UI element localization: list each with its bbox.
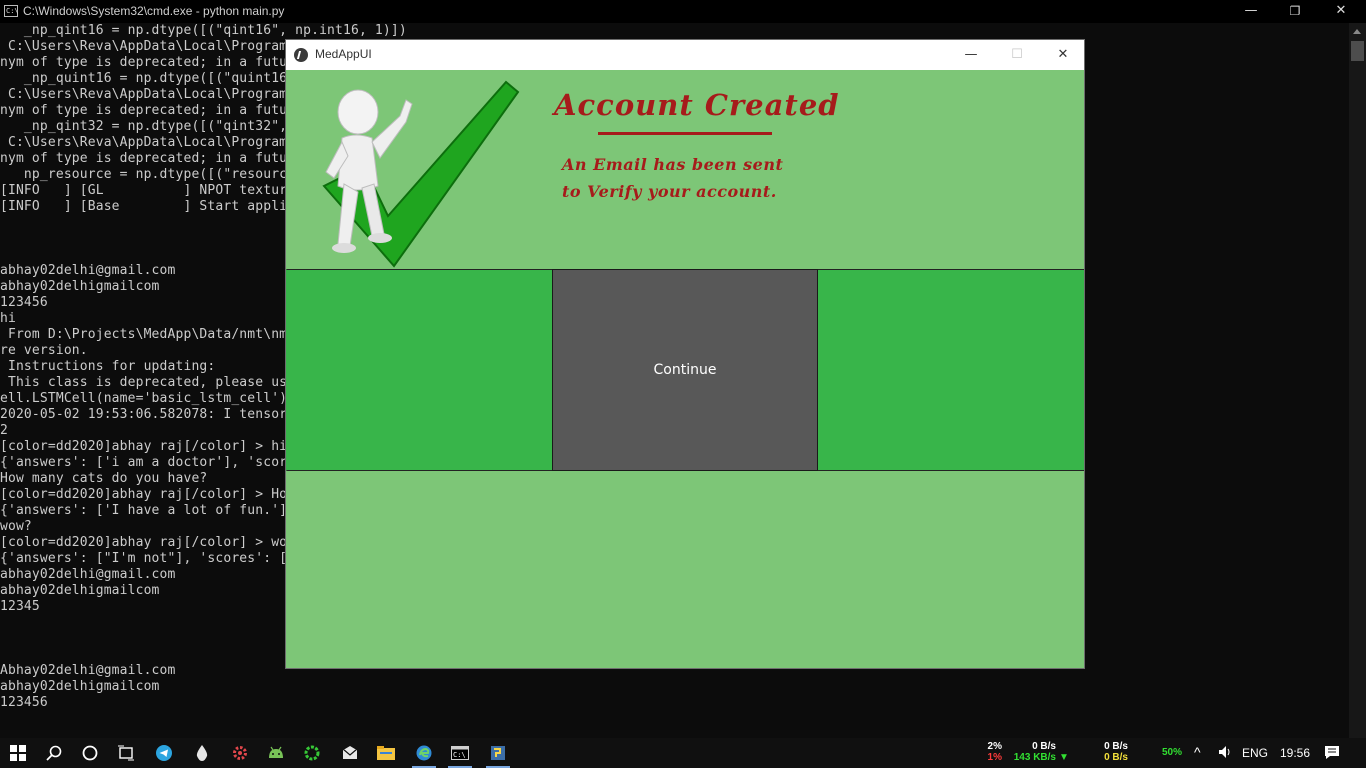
cortana-icon[interactable]: [72, 738, 108, 768]
success-checkmark-mascot-icon: [322, 80, 520, 268]
email-sent-message: An Email has been sent: [562, 155, 784, 174]
app-window: MedAppUI — ☐ ✕ Account Created An Email …: [285, 39, 1085, 669]
task-view-icon[interactable]: [108, 738, 144, 768]
heading-underline: [598, 132, 772, 135]
account-created-heading: Account Created: [554, 88, 840, 122]
console-line: _np_qint16 = np.dtype([("qint16", np.int…: [0, 23, 407, 38]
disk-write: 0 B/s: [1104, 752, 1128, 763]
svg-text:C:\: C:\: [453, 751, 466, 759]
console-line: abhay02delhigmailcom: [0, 679, 160, 694]
volume-icon[interactable]: [1218, 745, 1232, 762]
app-maximize-button[interactable]: ☐: [994, 40, 1040, 70]
windows-start-icon[interactable]: [0, 738, 36, 768]
disk-read: 0 B/s: [1104, 741, 1128, 752]
app-close-button[interactable]: ✕: [1040, 40, 1086, 70]
app-content: Account Created An Email has been sent t…: [286, 70, 1085, 668]
language-indicator[interactable]: ENG: [1242, 746, 1268, 760]
mail-icon[interactable]: [332, 738, 368, 768]
search-icon[interactable]: [36, 738, 72, 768]
kivy-app-icon: [294, 48, 308, 62]
bottom-region: [286, 471, 1084, 668]
continue-button[interactable]: Continue: [551, 269, 819, 471]
cmd-icon: C:\: [4, 5, 19, 17]
taskbar: C:\ 2% 1% 0 B/s 143 KB/s ▼ 0 B/s 0 B/s 5…: [0, 738, 1366, 768]
python-icon[interactable]: [480, 738, 516, 768]
upload-speed: 0 B/s: [1032, 741, 1056, 752]
button-row: Continue: [286, 269, 1085, 471]
left-panel: [286, 269, 552, 471]
telegram-icon[interactable]: [146, 738, 182, 768]
cpu-usage: 2%: [987, 741, 1002, 752]
drop-icon[interactable]: [184, 738, 220, 768]
android-icon[interactable]: [258, 738, 294, 768]
circle-app-icon[interactable]: [294, 738, 330, 768]
console-scrollbar[interactable]: [1349, 23, 1366, 738]
scrollbar-thumb[interactable]: [1351, 41, 1364, 61]
download-speed: 143 KB/s: [1013, 752, 1056, 763]
battery-percent: 50%: [1161, 747, 1182, 758]
console-line: 123456: [0, 695, 48, 710]
notification-center-icon[interactable]: [1324, 745, 1340, 763]
right-panel: [818, 269, 1085, 471]
download-arrow-icon: ▼: [1059, 752, 1069, 763]
console-titlebar[interactable]: C:\ C:\Windows\System32\cmd.exe - python…: [0, 0, 1366, 23]
tray-chevron-up-icon[interactable]: ^: [1194, 744, 1201, 760]
app-titlebar[interactable]: MedAppUI — ☐ ✕: [286, 40, 1084, 70]
header-region: Account Created An Email has been sent t…: [286, 70, 1084, 269]
app-minimize-button[interactable]: —: [948, 40, 994, 70]
edge-icon[interactable]: [406, 738, 442, 768]
app-title: MedAppUI: [315, 47, 372, 61]
console-close-button[interactable]: ✕: [1318, 0, 1364, 23]
console-title: C:\Windows\System32\cmd.exe - python mai…: [23, 4, 285, 18]
console-minimize-button[interactable]: —: [1228, 0, 1274, 23]
scroll-up-icon[interactable]: [1353, 29, 1361, 34]
memory-usage: 1%: [987, 752, 1002, 763]
verify-account-message: to Verify your account.: [562, 182, 777, 201]
clock[interactable]: 19:56: [1280, 746, 1310, 760]
file-explorer-icon[interactable]: [368, 738, 404, 768]
settings-gear-icon[interactable]: [222, 738, 258, 768]
console-restore-button[interactable]: ❐: [1272, 0, 1318, 23]
cmd-taskbar-icon[interactable]: C:\: [442, 738, 478, 768]
